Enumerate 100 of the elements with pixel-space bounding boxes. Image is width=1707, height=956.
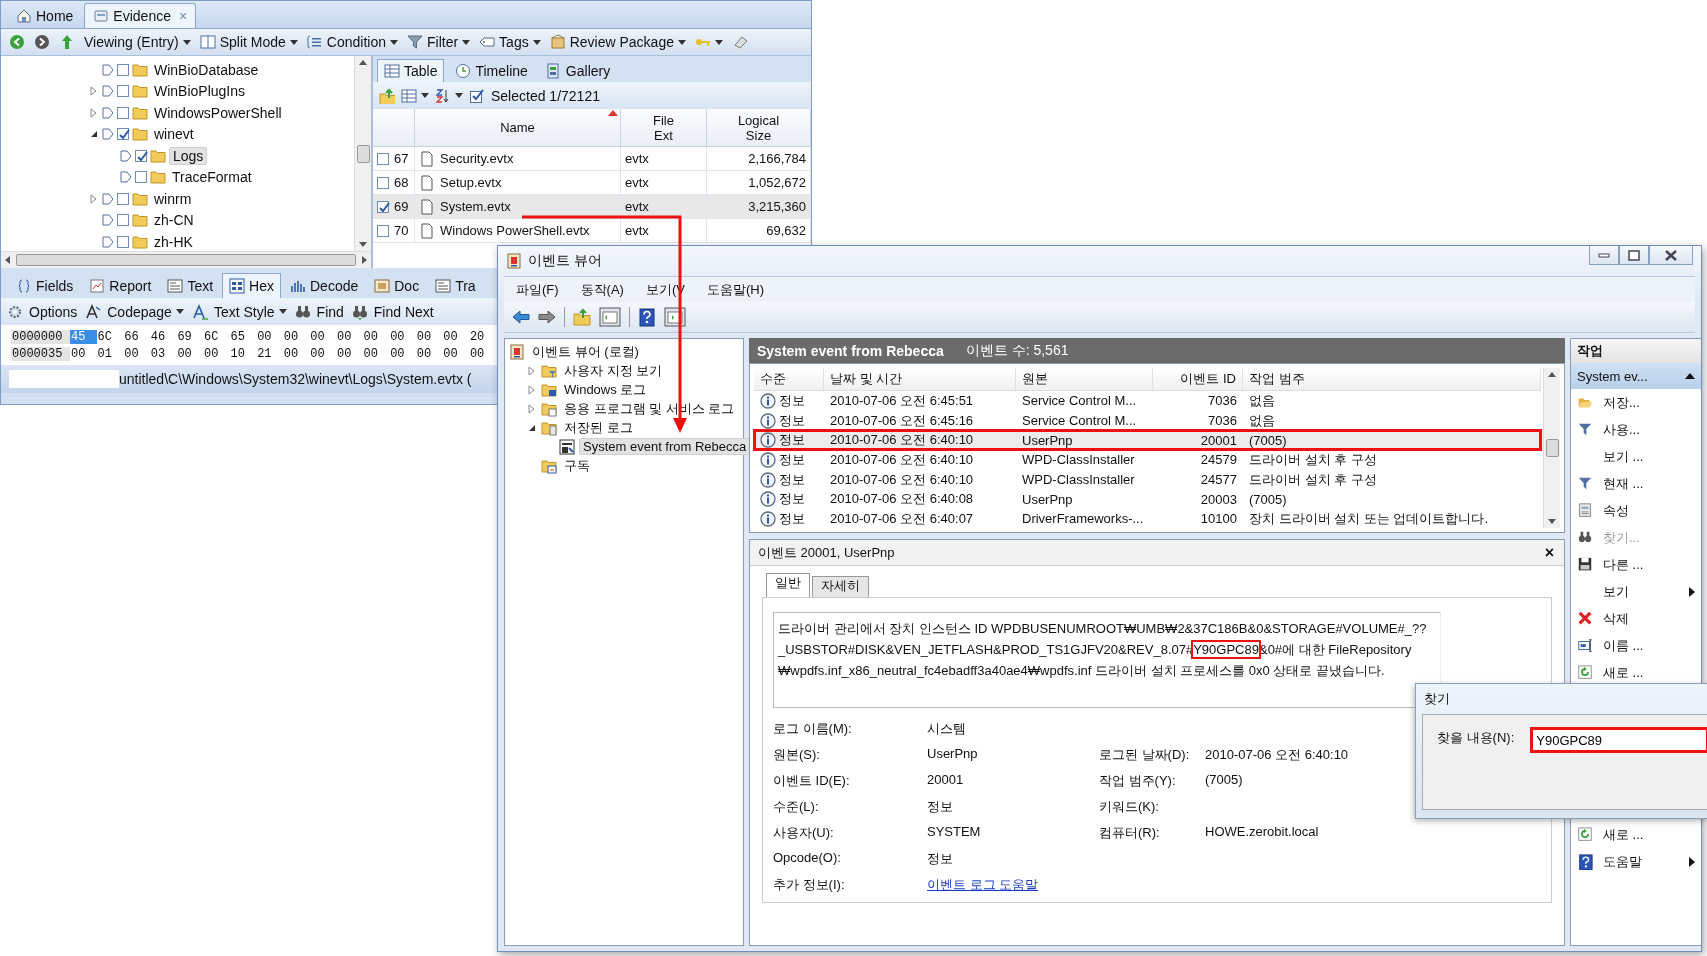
event-row[interactable]: 정보 2010-07-06 오전 6:45:51 Service Control M... 7036 없음 (754, 391, 1541, 411)
column-header[interactable]: Logical Size (707, 109, 811, 147)
column-header[interactable]: 원본 (1016, 368, 1153, 390)
checkbox[interactable] (377, 152, 389, 165)
tree-item[interactable]: 사용자 지정 보기 (561, 361, 666, 380)
menu-item[interactable]: 동작(A) (580, 280, 624, 299)
table-row[interactable]: 69 System.evtx evtx 3,215,360 (373, 195, 811, 219)
hex-byte[interactable]: 6C (202, 329, 230, 344)
tab[interactable]: 자세히 (812, 576, 869, 597)
tree-item[interactable]: 이벤트 뷰어 (로컬) (529, 342, 642, 361)
event-row[interactable]: 정보 2010-07-06 오전 6:40:10 UserPnp 20001 (7005) (754, 430, 1541, 451)
checkbox[interactable] (117, 192, 129, 205)
tab[interactable]: Report (82, 273, 159, 298)
checkbox[interactable] (377, 200, 389, 213)
close-button[interactable]: × (1544, 543, 1554, 562)
checkbox[interactable] (135, 149, 147, 162)
hex-byte[interactable]: 00 (282, 329, 310, 344)
folder-up-icon[interactable] (379, 87, 395, 104)
tab[interactable]: Fields (9, 273, 81, 298)
toolbar-button[interactable]: Find Next (351, 303, 434, 320)
hex-byte[interactable]: 00 (362, 329, 390, 344)
checkbox[interactable] (377, 224, 389, 237)
hex-byte[interactable]: 65 (229, 329, 257, 344)
toolbar-menu-button[interactable]: Condition (306, 34, 398, 50)
toolbar-menu-button[interactable]: Filter (407, 34, 471, 50)
expand-triangle-icon[interactable] (89, 86, 99, 97)
toolbar-menu-button[interactable]: Viewing (Entry) (84, 34, 191, 50)
table-row[interactable]: 67 Security.evtx evtx 2,166,784 (373, 147, 811, 171)
collapse-triangle-icon[interactable] (89, 129, 99, 140)
action-item[interactable]: 현재 ... (1571, 470, 1701, 497)
hex-byte[interactable]: 01 (96, 346, 124, 361)
minimize-button[interactable] (1589, 246, 1619, 265)
scroll-thumb[interactable] (16, 254, 356, 266)
tab[interactable]: Table (377, 59, 445, 82)
scroll-thumb[interactable] (356, 144, 370, 163)
tree-item[interactable]: 구독 (561, 456, 593, 475)
back-arrow-icon[interactable] (512, 309, 530, 325)
action-item[interactable]: 이름 ... (1571, 632, 1701, 659)
help-link[interactable]: 이벤트 로그 도움말 (927, 876, 1099, 894)
checkbox[interactable] (377, 176, 389, 189)
tree-item[interactable]: WindowsPowerShell (151, 104, 285, 121)
help-icon[interactable] (638, 307, 656, 327)
checkbox[interactable] (117, 128, 129, 141)
scrollbar[interactable] (1543, 368, 1560, 528)
close-tab-button[interactable]: × (178, 8, 188, 24)
tab[interactable]: Timeline (448, 59, 535, 82)
action-item[interactable]: 저장... (1571, 389, 1701, 416)
expand-triangle-icon[interactable] (527, 365, 537, 376)
hex-byte[interactable]: 00 (335, 329, 363, 344)
toolbar-button[interactable]: Find (294, 303, 344, 320)
tab[interactable]: Tra (428, 273, 483, 298)
hex-byte[interactable]: 46 (149, 329, 177, 344)
tab[interactable]: Hex (222, 273, 281, 298)
expand-triangle-icon[interactable] (89, 107, 99, 118)
hex-byte[interactable]: 00 (389, 346, 416, 361)
scrollbar[interactable] (1, 251, 371, 268)
tree-item[interactable]: WinBioPlugIns (151, 83, 249, 100)
columns-menu-button[interactable] (401, 87, 429, 104)
checkbox[interactable] (117, 85, 129, 98)
event-row[interactable]: 정보 2010-07-06 오전 6:40:10 WPD-ClassInstaller 24579 드라이버 설치 후 구성 (754, 450, 1541, 470)
action-item[interactable]: 삭제 (1571, 605, 1701, 632)
toolbar-button[interactable]: Text Style (191, 303, 287, 320)
tree-item[interactable]: TraceFormat (169, 169, 255, 186)
scroll-up-arrow-icon[interactable] (359, 60, 367, 65)
hex-byte[interactable]: 00 (256, 329, 283, 344)
action-item[interactable]: 보기 (1571, 578, 1701, 605)
event-row[interactable]: 정보 2010-07-06 오전 6:40:07 DriverFrameworks-... 10100 장치 드라이버 설치 또는 업데이트합니다. (754, 509, 1541, 529)
tab[interactable]: Decode (283, 273, 366, 298)
tree-item[interactable]: WinBioDatabase (151, 61, 262, 78)
toolbar-menu-button[interactable]: Review Package (549, 34, 686, 50)
hex-byte[interactable]: 00 (442, 346, 469, 361)
column-header[interactable]: 이벤트 ID (1153, 368, 1243, 390)
action-item[interactable]: 새로 ... (1571, 659, 1701, 686)
hex-byte[interactable]: 6C (96, 329, 124, 344)
expand-triangle-icon[interactable] (527, 403, 537, 414)
column-header[interactable]: 수준 (754, 368, 824, 390)
hex-byte[interactable]: 00 (282, 346, 310, 361)
hex-byte[interactable]: 00 (309, 346, 336, 361)
hex-byte[interactable]: 00 (415, 329, 443, 344)
scrollbar[interactable] (354, 56, 371, 251)
checkbox[interactable] (117, 214, 129, 227)
folder-up-icon[interactable] (573, 308, 591, 326)
panel-icon[interactable] (599, 307, 621, 327)
hex-byte[interactable]: 00 (335, 346, 363, 361)
forward-icon[interactable] (34, 34, 50, 50)
hex-byte[interactable]: 10 (229, 346, 257, 361)
expand-triangle-icon[interactable] (527, 384, 537, 395)
search-field[interactable]: Y90GPC89 (1532, 729, 1707, 751)
expand-triangle-icon[interactable] (89, 193, 99, 204)
scroll-down-arrow-icon[interactable] (359, 242, 367, 247)
hex-byte[interactable]: 03 (149, 346, 177, 361)
tree-item[interactable]: 저장된 로그 (561, 418, 636, 437)
hex-byte[interactable]: 00 (362, 346, 390, 361)
tree-item[interactable]: System event from Rebecca (579, 438, 751, 455)
hex-byte[interactable]: 00 (389, 329, 416, 344)
scroll-right-arrow-icon[interactable] (362, 256, 367, 264)
hex-byte[interactable]: 69 (176, 329, 203, 344)
tab[interactable]: Text (160, 273, 221, 298)
tree-item[interactable]: winrm (151, 190, 195, 207)
tab[interactable]: Evidence × (84, 3, 197, 28)
